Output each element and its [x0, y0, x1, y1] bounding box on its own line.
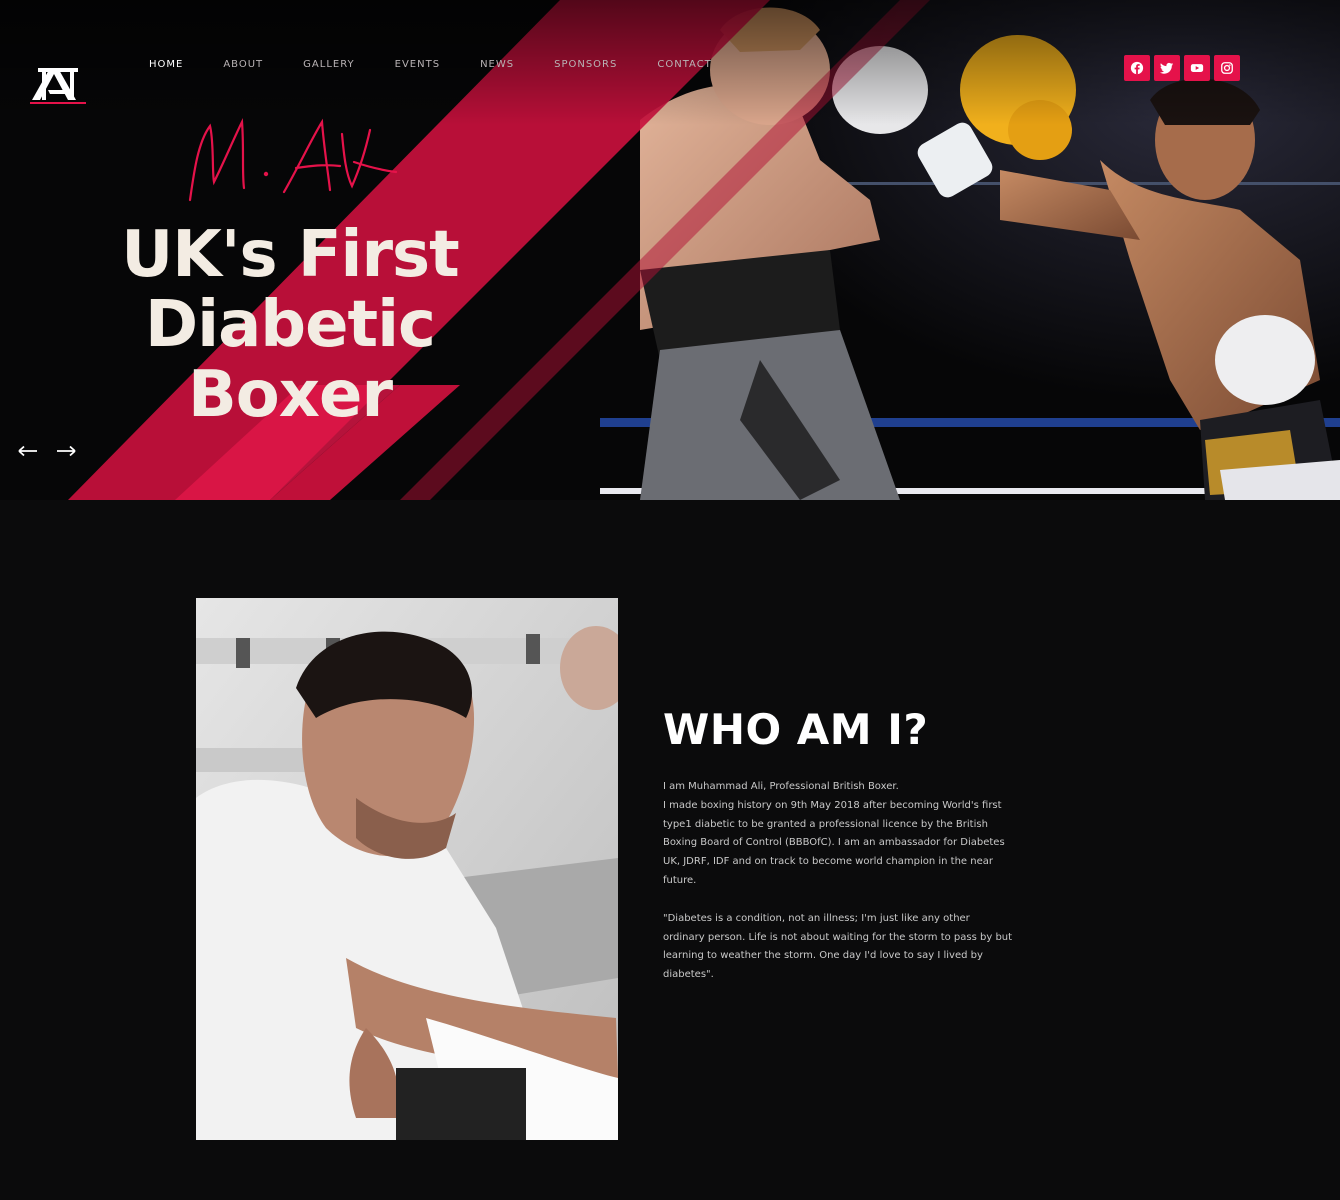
- next-slide-button[interactable]: [56, 442, 76, 460]
- about-heading: WHO AM I?: [663, 705, 929, 754]
- about-text: I am Muhammad Ali, Professional British …: [663, 778, 1013, 985]
- nav-item-sponsors[interactable]: SPONSORS: [554, 58, 617, 72]
- instagram-button[interactable]: [1214, 55, 1240, 81]
- youtube-icon: [1190, 64, 1204, 72]
- arrow-right-icon: [57, 445, 76, 457]
- nav-item-gallery[interactable]: GALLERY: [303, 58, 354, 72]
- nav-item-about[interactable]: ABOUT: [223, 58, 263, 72]
- nav-item-contact[interactable]: CONTACT: [657, 58, 711, 72]
- logo[interactable]: [28, 64, 88, 108]
- twitter-icon: [1160, 62, 1174, 74]
- facebook-button[interactable]: [1124, 55, 1150, 81]
- slider-arrows: [18, 442, 76, 460]
- hero-title-line-1: UK's First: [121, 218, 459, 292]
- hero-banner: HOME ABOUT GALLERY EVENTS NEWS SPONSORS …: [0, 0, 1340, 500]
- prev-slide-button[interactable]: [18, 442, 38, 460]
- hero-title-line-2: Diabetic Boxer: [145, 288, 436, 432]
- twitter-button[interactable]: [1154, 55, 1180, 81]
- signature: [184, 112, 404, 208]
- arrow-left-icon: [18, 445, 37, 457]
- about-portrait-photo: [196, 598, 618, 1140]
- hero-title: UK's First Diabetic Boxer: [60, 220, 520, 430]
- main-nav: HOME ABOUT GALLERY EVENTS NEWS SPONSORS …: [149, 58, 712, 72]
- about-intro: I am Muhammad Ali, Professional British …: [663, 781, 899, 792]
- youtube-button[interactable]: [1184, 55, 1210, 81]
- social-links: [1124, 55, 1240, 81]
- nav-item-news[interactable]: NEWS: [480, 58, 514, 72]
- nav-item-events[interactable]: EVENTS: [395, 58, 440, 72]
- facebook-icon: [1130, 61, 1144, 75]
- nav-item-home[interactable]: HOME: [149, 58, 183, 72]
- about-history: I made boxing history on 9th May 2018 af…: [663, 799, 1005, 886]
- instagram-icon: [1221, 62, 1233, 74]
- about-quote: "Diabetes is a condition, not an illness…: [663, 912, 1013, 981]
